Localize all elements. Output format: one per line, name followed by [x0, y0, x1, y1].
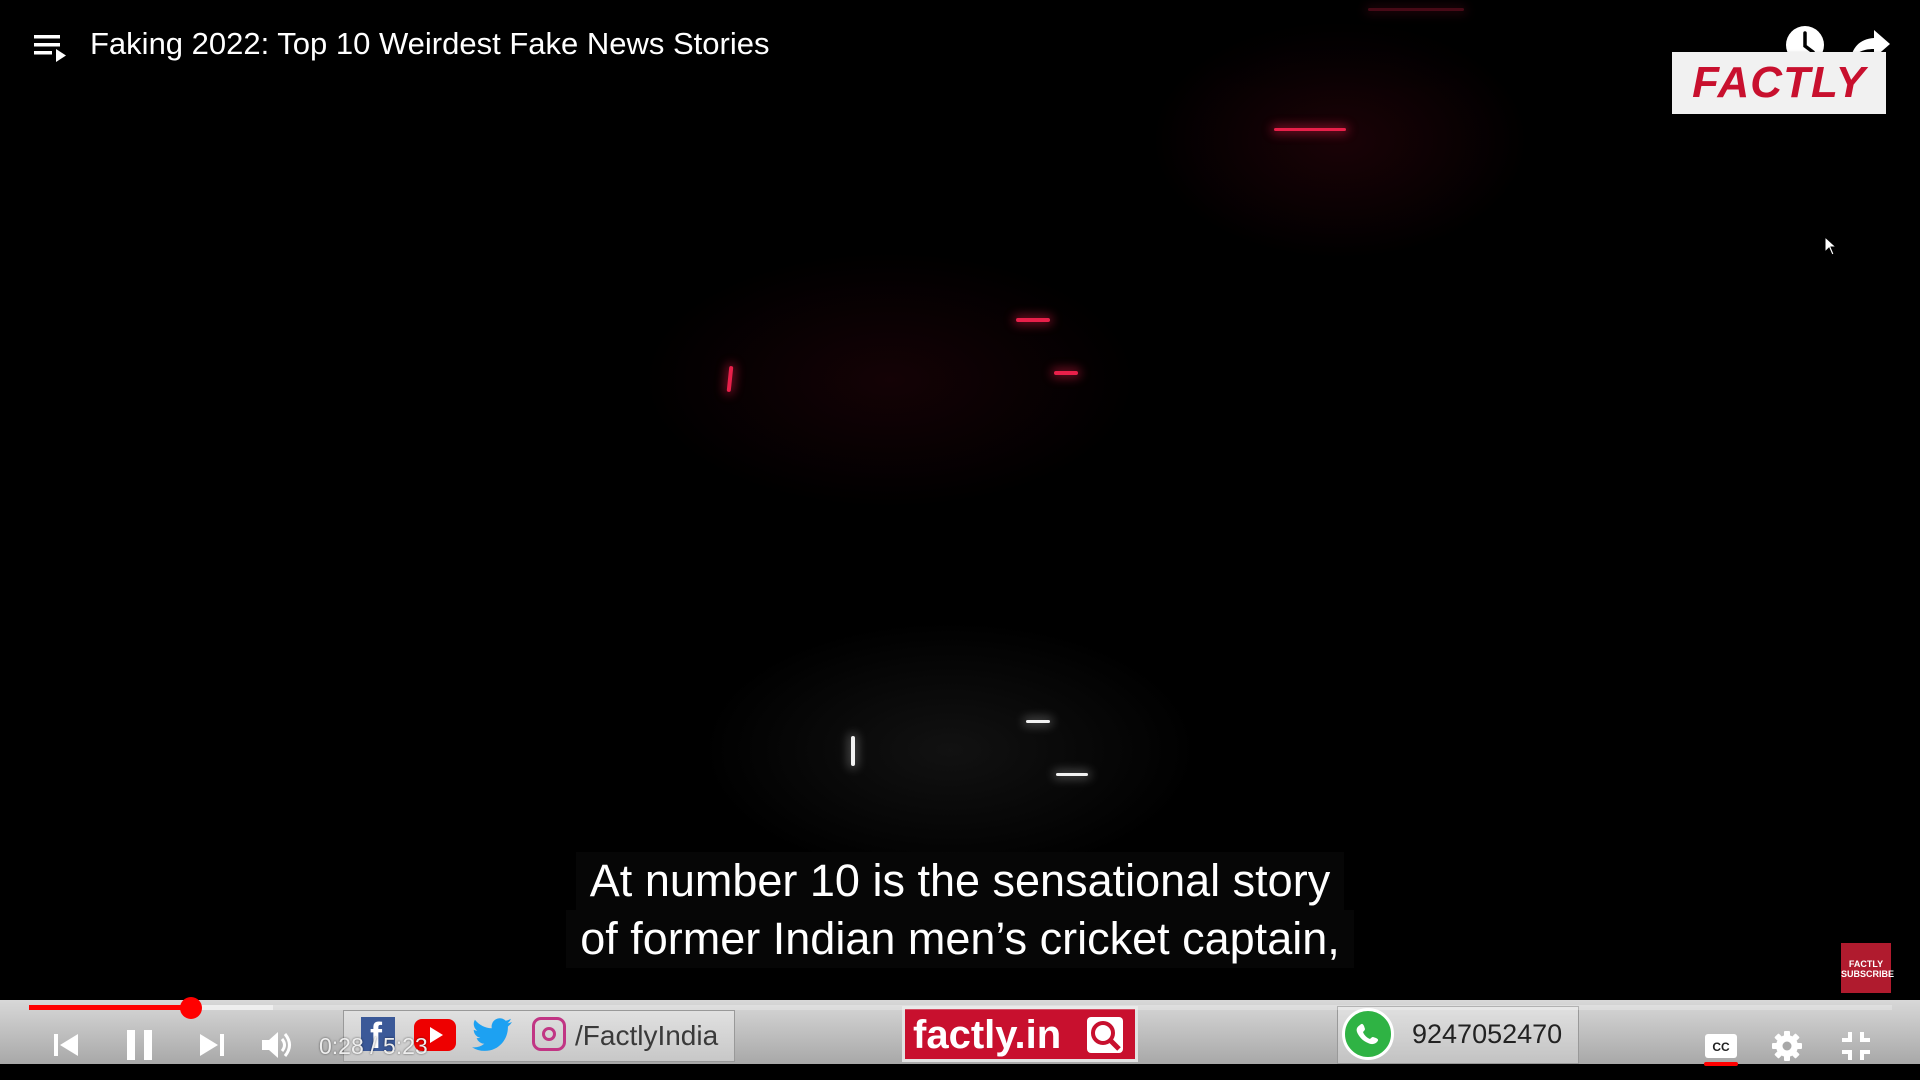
red-streak [1054, 371, 1078, 375]
instagram-icon [532, 1017, 566, 1051]
captions-active-indicator [1704, 1062, 1738, 1066]
time-separator: / [363, 1033, 383, 1059]
progress-scrubber[interactable] [180, 997, 203, 1019]
previous-icon[interactable] [52, 1031, 82, 1059]
volume-icon[interactable] [260, 1029, 296, 1061]
progress-bar[interactable] [29, 997, 1892, 1019]
caption-line: At number 10 is the sensational story [575, 852, 1345, 910]
logo-text: FACTLY [1692, 58, 1866, 107]
playlist-icon[interactable] [34, 33, 68, 63]
duration: 5:23 [382, 1033, 428, 1059]
factly-logo: FACTLY [1672, 52, 1886, 114]
search-logo-icon [1087, 1017, 1123, 1053]
captions-icon[interactable]: CC [1703, 1032, 1739, 1060]
settings-icon[interactable] [1771, 1030, 1803, 1062]
video-title[interactable]: Faking 2022: Top 10 Weirdest Fake News S… [90, 26, 769, 62]
red-streak [1274, 128, 1346, 131]
subscribe-watermark-text: FACTLY SUBSCRIBE [1841, 959, 1895, 979]
time-display: 0:28 / 5:23 [319, 1033, 428, 1060]
website-text: factly.in [913, 1013, 1062, 1057]
white-streak [851, 736, 855, 766]
twitter-icon [472, 1018, 512, 1051]
white-streak [1056, 773, 1088, 776]
exit-fullscreen-icon[interactable] [1840, 1030, 1872, 1062]
white-streak [1026, 720, 1050, 723]
red-streak [1016, 318, 1050, 322]
glow-red [640, 250, 1140, 510]
current-time: 0:28 [319, 1033, 364, 1059]
caption-window: At number 10 is the sensational story of… [530, 852, 1390, 968]
subscribe-watermark-button[interactable]: FACTLY SUBSCRIBE [1841, 943, 1895, 993]
whatsapp-number: 9247052470 [1412, 1019, 1563, 1049]
whatsapp-icon [1342, 1008, 1394, 1060]
social-handle: /FactlyIndia [575, 1020, 719, 1051]
factly-website-box: factly.in [902, 1006, 1138, 1062]
progress-played [29, 1005, 192, 1010]
caption-line: of former Indian men’s cricket captain, [566, 910, 1354, 968]
pause-icon[interactable] [124, 1028, 156, 1062]
svg-text:CC: CC [1712, 1040, 1730, 1054]
next-icon[interactable] [196, 1031, 226, 1059]
glow-white [700, 620, 1200, 880]
mouse-cursor-icon [1824, 236, 1838, 256]
